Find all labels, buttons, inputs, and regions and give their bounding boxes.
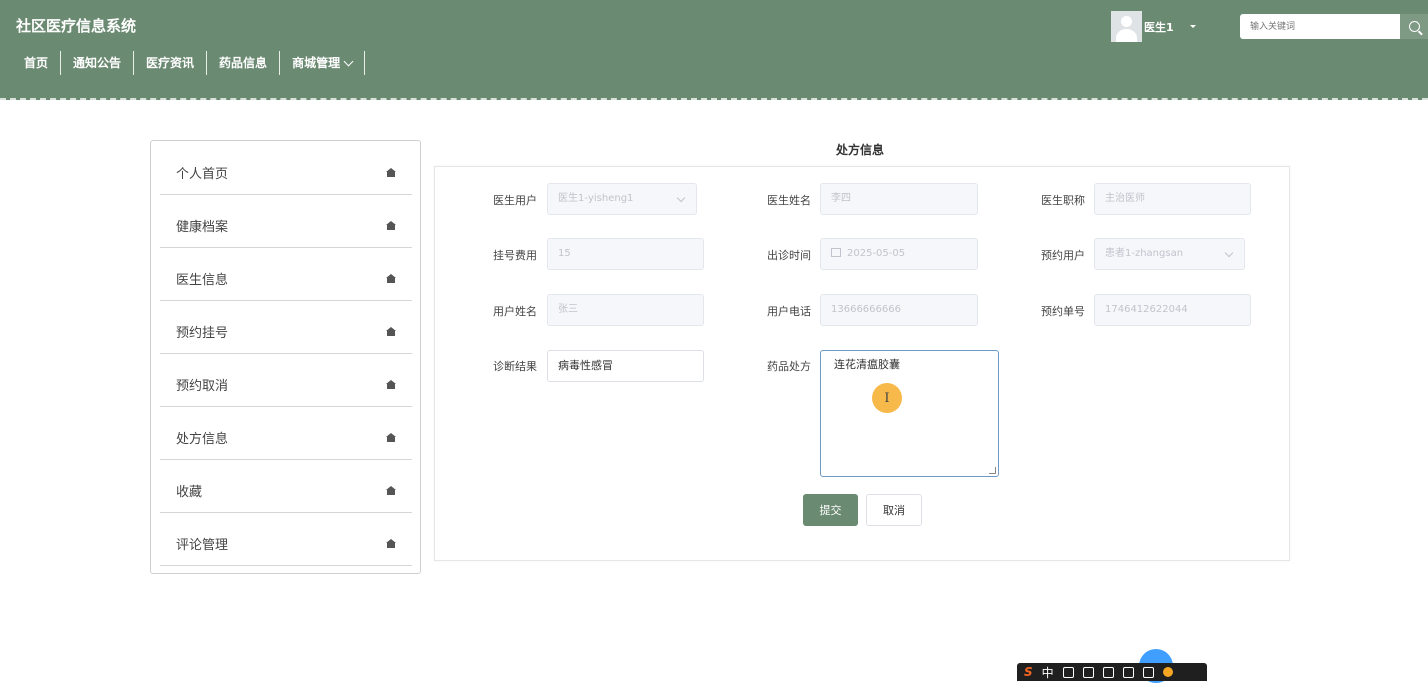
search-button[interactable]	[1400, 14, 1428, 39]
diagnosis-value: 病毒性感冒	[558, 359, 613, 372]
sidebar-menu: 个人首页 健康档案 医生信息 预约挂号 预约取消 处方信息 收藏 评论管理	[150, 140, 421, 574]
home-icon	[386, 380, 396, 389]
doctor-title-field[interactable]: 主治医师	[1094, 183, 1251, 215]
skin-icon[interactable]	[1122, 666, 1134, 678]
nav-drug-info-label: 药品信息	[219, 56, 268, 70]
home-icon	[386, 486, 396, 495]
sidebar-item-prescription[interactable]: 处方信息	[160, 406, 412, 460]
home-icon	[386, 221, 396, 230]
visit-time-label: 出诊时间	[767, 249, 811, 262]
punctuation-icon[interactable]	[1062, 666, 1074, 678]
user-name-label: 用户姓名	[493, 305, 537, 318]
doctor-title-value: 主治医师	[1105, 193, 1145, 204]
visit-time-field[interactable]: 2025-05-05	[820, 238, 978, 270]
grid-icon[interactable]	[1142, 666, 1154, 678]
sidebar-item-label: 健康档案	[176, 220, 229, 235]
prescription-label: 药品处方	[767, 360, 811, 373]
reg-fee-field[interactable]: 15	[547, 238, 704, 270]
appt-user-label: 预约用户	[1041, 249, 1085, 262]
doctor-name-field[interactable]: 李四	[820, 183, 978, 215]
nav-drug-info[interactable]: 药品信息	[207, 51, 281, 75]
appt-user-value: 患者1-zhangsan	[1105, 248, 1184, 259]
home-icon	[386, 168, 396, 177]
sidebar-item-label: 医生信息	[176, 273, 229, 288]
sidebar-item-label: 个人首页	[176, 167, 229, 182]
cancel-button[interactable]: 取消	[866, 494, 922, 526]
doctor-title-label: 医生职称	[1041, 194, 1085, 207]
visit-time-value: 2025-05-05	[847, 248, 906, 259]
appt-user-select[interactable]: 患者1-zhangsan	[1094, 238, 1245, 270]
doctor-name-label: 医生姓名	[767, 194, 811, 207]
text-cursor-indicator: I	[872, 383, 902, 413]
search-box	[1240, 14, 1428, 40]
sidebar-item-appointment[interactable]: 预约挂号	[160, 300, 412, 354]
ime-toolbar: S 中	[1017, 663, 1207, 681]
sidebar-item-comments[interactable]: 评论管理	[160, 512, 412, 566]
sidebar-item-label: 评论管理	[176, 538, 229, 553]
nav-mall-management[interactable]: 商城管理	[280, 51, 366, 75]
nav-notices-label: 通知公告	[73, 56, 122, 70]
top-header: 社区医疗信息系统 首页 通知公告 医疗资讯 药品信息 商城管理 医生1	[0, 0, 1428, 100]
doctor-name-value: 李四	[831, 193, 851, 204]
sidebar-item-appointment-cancel[interactable]: 预约取消	[160, 353, 412, 407]
sidebar-item-label: 预约取消	[176, 379, 229, 394]
avatar	[1111, 11, 1142, 42]
diagnosis-label: 诊断结果	[493, 360, 537, 373]
home-icon	[386, 274, 396, 283]
mascot-icon[interactable]	[1162, 667, 1173, 677]
home-icon	[386, 539, 396, 548]
appt-no-field[interactable]: 1746412622044	[1094, 294, 1251, 326]
app-title: 社区医疗信息系统	[16, 17, 137, 35]
reg-fee-label: 挂号费用	[493, 249, 537, 262]
nav-mall-label: 商城管理	[292, 56, 341, 70]
sidebar-item-label: 收藏	[176, 485, 203, 500]
submit-button[interactable]: 提交	[803, 494, 858, 526]
home-icon	[386, 433, 396, 442]
caret-down-icon	[1189, 25, 1196, 28]
calendar-icon	[831, 248, 841, 257]
nav-home[interactable]: 首页	[12, 51, 62, 75]
prescription-value: 连花清瘟胶囊	[834, 358, 900, 371]
chevron-down-icon	[676, 193, 686, 203]
user-phone-label: 用户电话	[767, 305, 811, 318]
nav-home-label: 首页	[24, 56, 49, 70]
home-icon	[386, 327, 396, 336]
ime-logo[interactable]: S	[1024, 665, 1033, 679]
i-beam-cursor-icon: I	[884, 390, 890, 406]
chevron-down-icon	[343, 56, 354, 66]
doctor-user-label: 医生用户	[493, 194, 537, 207]
user-phone-value: 13666666666	[831, 304, 901, 315]
user-menu[interactable]: 医生1	[1111, 11, 1196, 42]
search-icon	[1408, 21, 1420, 32]
sidebar-item-label: 预约挂号	[176, 326, 229, 341]
user-phone-field[interactable]: 13666666666	[820, 294, 978, 326]
search-input[interactable]	[1240, 14, 1400, 40]
nav-notices[interactable]: 通知公告	[61, 51, 135, 75]
chevron-down-icon	[1224, 248, 1234, 258]
sidebar-item-health-records[interactable]: 健康档案	[160, 194, 412, 248]
user-name-field[interactable]: 张三	[547, 294, 704, 326]
user-name: 医生1	[1144, 20, 1174, 34]
keyboard-icon[interactable]	[1102, 666, 1114, 678]
nav-medical-news[interactable]: 医疗资讯	[134, 51, 208, 75]
ime-mode-toggle[interactable]: 中	[1042, 664, 1054, 681]
doctor-user-select[interactable]: 医生1-yisheng1	[547, 183, 697, 215]
main-nav: 首页 通知公告 医疗资讯 药品信息 商城管理	[12, 51, 366, 75]
microphone-icon[interactable]	[1082, 666, 1094, 678]
sidebar-item-profile[interactable]: 个人首页	[160, 141, 412, 195]
page-title: 处方信息	[836, 143, 885, 157]
doctor-user-value: 医生1-yisheng1	[558, 193, 634, 204]
nav-medical-news-label: 医疗资讯	[146, 56, 195, 70]
sidebar-item-label: 处方信息	[176, 432, 229, 447]
diagnosis-input[interactable]: 病毒性感冒	[547, 350, 704, 382]
appt-no-value: 1746412622044	[1105, 304, 1188, 315]
user-name-value: 张三	[558, 304, 578, 315]
sidebar-item-doctor-info[interactable]: 医生信息	[160, 247, 412, 301]
prescription-textarea[interactable]: 连花清瘟胶囊	[820, 350, 999, 477]
sidebar-item-favorites[interactable]: 收藏	[160, 459, 412, 513]
resize-handle[interactable]	[989, 467, 996, 474]
appt-no-label: 预约单号	[1041, 305, 1085, 318]
reg-fee-value: 15	[558, 248, 571, 259]
